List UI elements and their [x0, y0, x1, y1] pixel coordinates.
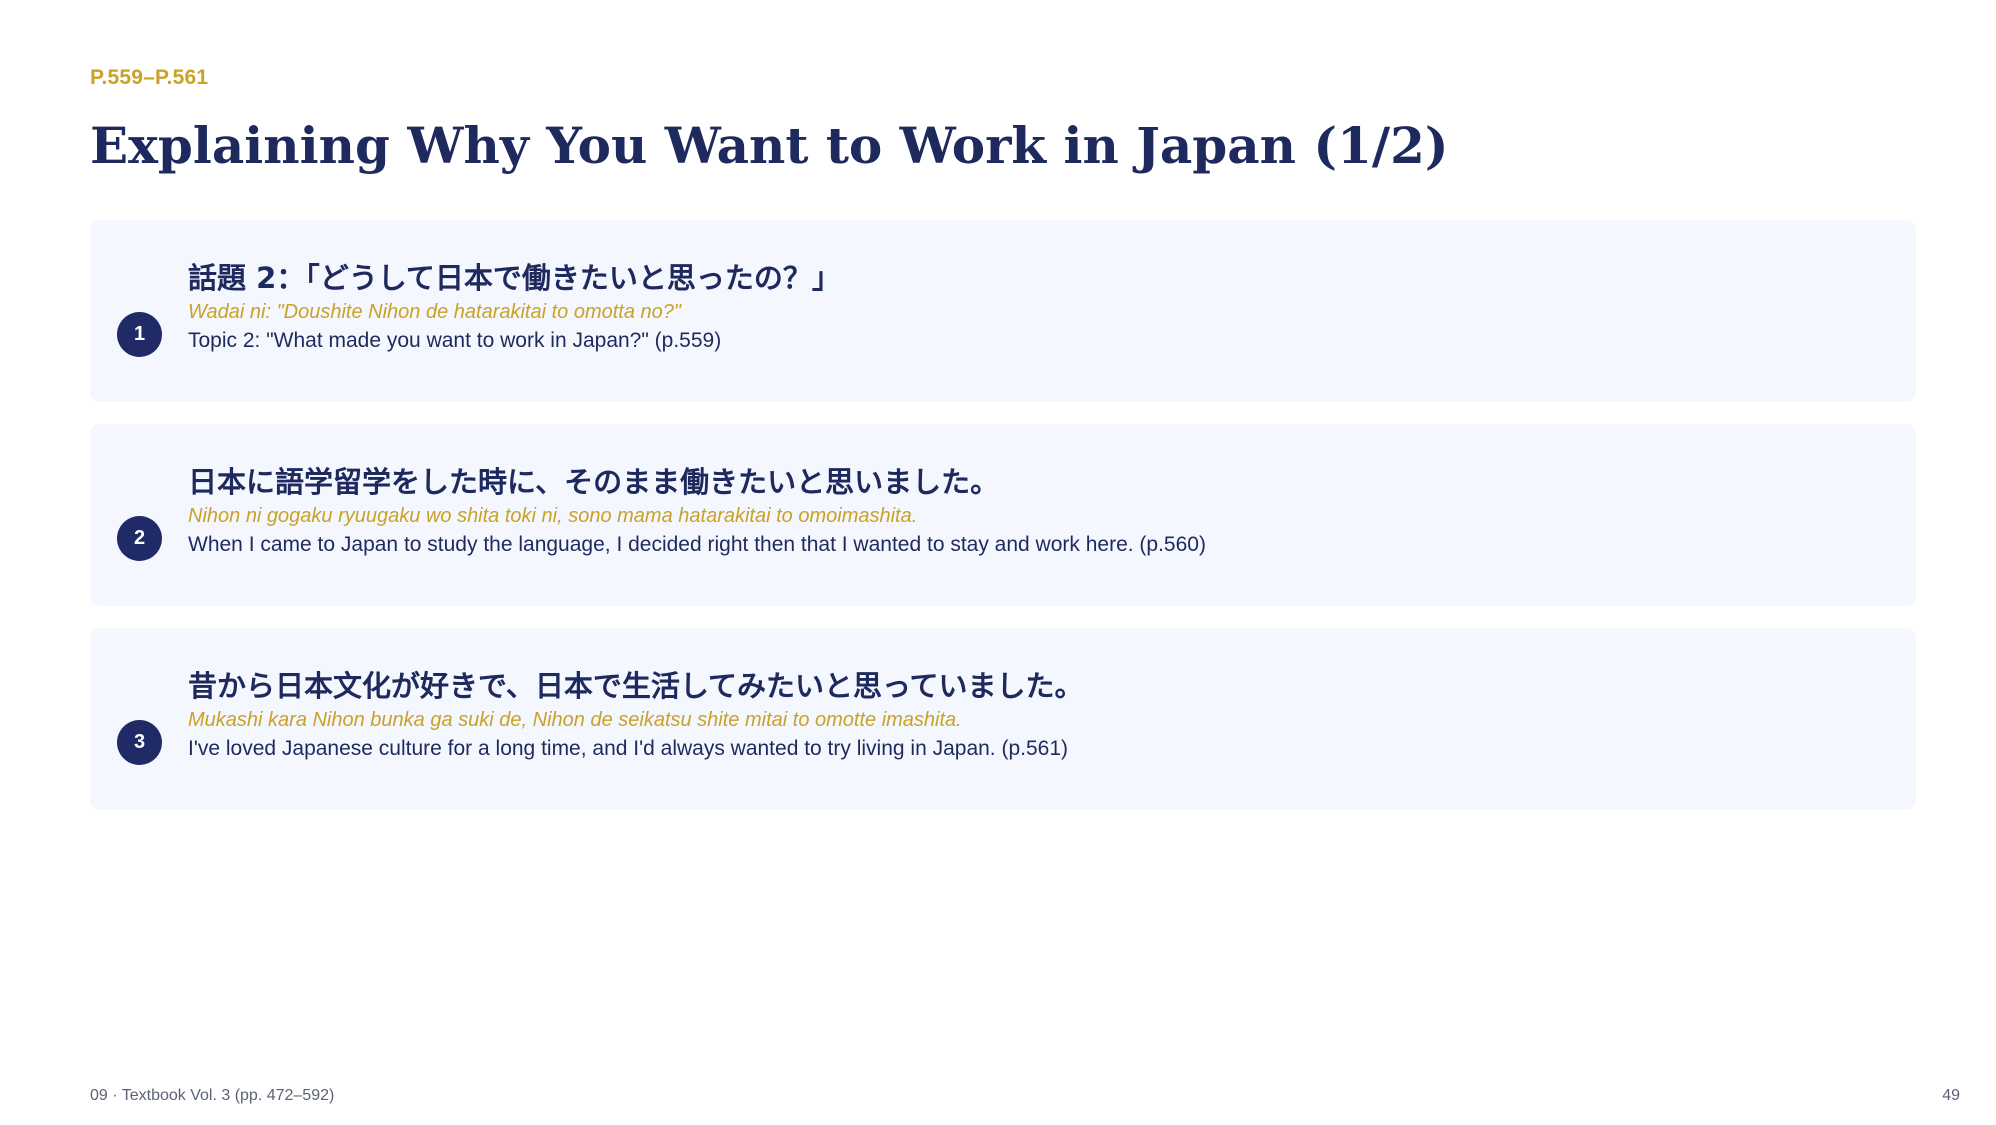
- japanese-text: 昔から日本文化が好きで、日本で生活してみたいと思っていました。: [188, 669, 1084, 703]
- romaji-text: Nihon ni gogaku ryuugaku wo shita toki n…: [188, 505, 918, 527]
- footer-source: 09 · Textbook Vol. 3 (pp. 472–592): [90, 1087, 335, 1104]
- japanese-text: 日本に語学留学をした時に、そのまま働きたいと思いました。: [188, 465, 1000, 499]
- phrase-list: 1 話題 2：「どうして日本で働きたいと思ったの？」 Wadai ni: "Do…: [90, 220, 1916, 832]
- romaji-text: Wadai ni: "Doushite Nihon de hatarakitai…: [188, 301, 682, 323]
- english-translation: I've loved Japanese culture for a long t…: [188, 737, 1069, 760]
- english-translation: When I came to Japan to study the langua…: [188, 533, 1206, 556]
- phrase-card: 2 日本に語学留学をした時に、そのまま働きたいと思いました。 Nihon ni …: [90, 424, 1916, 606]
- phrase-card: 1 話題 2：「どうして日本で働きたいと思ったの？」 Wadai ni: "Do…: [90, 220, 1916, 402]
- english-translation: Topic 2: "What made you want to work in …: [188, 329, 722, 352]
- number-badge: 2: [117, 516, 162, 561]
- page-title: Explaining Why You Want to Work in Japan…: [90, 116, 1449, 175]
- phrase-card: 3 昔から日本文化が好きで、日本で生活してみたいと思っていました。 Mukash…: [90, 628, 1916, 810]
- japanese-text: 話題 2：「どうして日本で働きたいと思ったの？」: [188, 261, 841, 295]
- page-range-label: P.559–P.561: [90, 66, 209, 89]
- number-badge: 3: [117, 720, 162, 765]
- page-number: 49: [1942, 1087, 1960, 1104]
- romaji-text: Mukashi kara Nihon bunka ga suki de, Nih…: [188, 709, 962, 731]
- number-badge: 1: [117, 312, 162, 357]
